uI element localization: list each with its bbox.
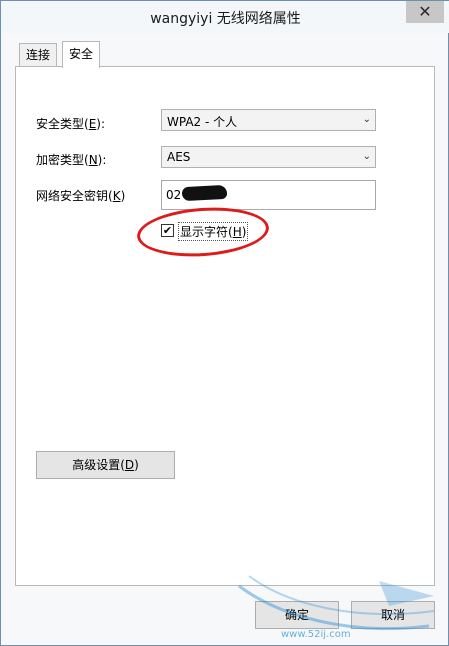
watermark-url: www.52ij.com [281, 629, 351, 640]
encryption-type-select[interactable]: AES ⌄ [161, 146, 376, 168]
chevron-down-icon: ⌄ [362, 151, 371, 162]
security-type-value: WPA2 - 个人 [167, 115, 238, 129]
redaction-scribble [181, 184, 228, 202]
tab-security[interactable]: 安全 [62, 41, 101, 68]
tab-security-label: 安全 [69, 47, 94, 61]
tab-bar: 连接 安全 [15, 41, 435, 68]
encryption-type-value: AES [167, 150, 191, 164]
security-type-select[interactable]: WPA2 - 个人 ⌄ [161, 109, 376, 131]
close-button[interactable]: ✕ [406, 1, 444, 23]
advanced-settings-button[interactable]: 高级设置(D) [36, 451, 175, 479]
title-bar[interactable]: wangyiyi 无线网络属性 ✕ [1, 1, 449, 33]
security-panel [15, 66, 435, 586]
dialog-window: wangyiyi 无线网络属性 ✕ 连接 安全 安全类型(E): WPA2 - … [0, 0, 449, 646]
chevron-down-icon: ⌄ [362, 114, 371, 125]
security-type-label: 安全类型(E): [36, 117, 106, 131]
network-key-value: 02 [166, 188, 182, 202]
network-key-field[interactable]: 02 [161, 180, 376, 210]
close-icon: ✕ [418, 2, 432, 21]
encryption-type-label: 加密类型(N): [36, 153, 107, 167]
tab-connection[interactable]: 连接 [19, 43, 58, 66]
tab-connection-label: 连接 [26, 48, 51, 62]
window-title: wangyiyi 无线网络属性 [150, 11, 301, 27]
network-key-label: 网络安全密钥(K) [36, 189, 126, 203]
